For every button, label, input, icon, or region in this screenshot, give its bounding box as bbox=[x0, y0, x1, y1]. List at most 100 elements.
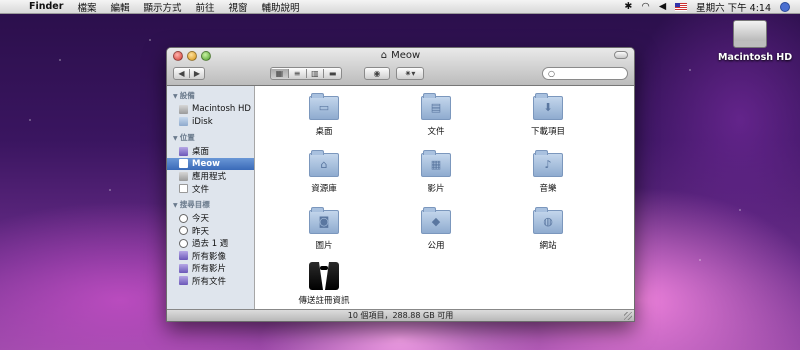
toolbar-toggle-button[interactable] bbox=[614, 51, 628, 59]
smart-folder-icon bbox=[179, 276, 188, 286]
smart-folder-icon bbox=[179, 263, 188, 273]
desktop-folder-icon: ▭ bbox=[309, 93, 339, 120]
coverflow-view-button[interactable]: ▬ bbox=[323, 69, 341, 78]
back-button[interactable]: ◀ bbox=[174, 69, 189, 78]
folder-downloads[interactable]: ⬇ 下載項目 bbox=[508, 93, 588, 137]
spotlight-icon[interactable] bbox=[780, 1, 790, 12]
folder-library[interactable]: ⌂ 資源庫 bbox=[284, 150, 364, 194]
forward-button[interactable]: ▶ bbox=[189, 69, 204, 78]
menu-edit[interactable]: 編輯 bbox=[103, 0, 136, 14]
desktop-macintosh-hd[interactable]: Macintosh HD bbox=[718, 20, 793, 63]
item-label: 傳送註冊資訊 bbox=[298, 296, 350, 306]
clock-icon bbox=[179, 226, 188, 236]
home-icon bbox=[179, 159, 188, 169]
item-label: 資源庫 bbox=[311, 184, 337, 194]
input-menu-flag-icon[interactable] bbox=[675, 2, 688, 11]
sidebar-item-today[interactable]: 今天 bbox=[167, 212, 254, 225]
idisk-icon bbox=[179, 117, 188, 127]
back-forward-control: ◀ ▶ bbox=[173, 67, 205, 80]
menu-app-finder[interactable]: Finder bbox=[22, 1, 70, 12]
sidebar-item-all-images[interactable]: 所有影像 bbox=[167, 250, 254, 263]
volume-icon[interactable]: ◀ bbox=[659, 1, 666, 12]
sidebar-section-devices[interactable]: 設備 bbox=[167, 86, 254, 103]
window-titlebar[interactable]: ⌂ Meow ◀ ▶ ▦ ≡ ▥ ▬ ◉ ✷▾ ○ bbox=[167, 48, 634, 86]
sidebar-item-label: 文件 bbox=[192, 184, 210, 195]
status-bar: 10 個項目，288.88 GB 可用 bbox=[167, 309, 634, 321]
menu-window[interactable]: 視窗 bbox=[222, 0, 255, 14]
hard-drive-icon bbox=[733, 20, 767, 48]
desktop-hd-label: Macintosh HD bbox=[718, 52, 793, 63]
icon-view-content[interactable]: ▭ 桌面 ▤ 文件 ⬇ 下載項目 ⌂ 資源庫 ▦ 影片 ♪ 音樂 ◙ 圖片 ◆ bbox=[256, 86, 634, 309]
quick-look-button[interactable]: ◉ bbox=[364, 67, 390, 80]
sidebar-item-idisk[interactable]: iDisk bbox=[167, 116, 254, 129]
folder-pictures[interactable]: ◙ 圖片 bbox=[284, 207, 364, 251]
window-title: Meow bbox=[391, 50, 421, 61]
clock-icon bbox=[179, 238, 188, 248]
sidebar-item-label: 所有影片 bbox=[192, 264, 227, 275]
sidebar-item-label: Macintosh HD bbox=[192, 104, 251, 115]
item-label: 影片 bbox=[427, 184, 445, 194]
sidebar-item-label: 所有文件 bbox=[192, 276, 227, 287]
sidebar-section-places[interactable]: 位置 bbox=[167, 128, 254, 145]
file-send-registration[interactable]: 傳送註冊資訊 bbox=[284, 262, 364, 306]
menubar-clock[interactable]: 星期六 下午 4:14 bbox=[696, 0, 771, 14]
resize-grip-icon[interactable] bbox=[624, 312, 632, 320]
gear-icon: ✷▾ bbox=[404, 69, 416, 78]
hd-icon bbox=[179, 104, 188, 114]
search-icon: ○ bbox=[548, 69, 555, 78]
desktop-icon bbox=[179, 146, 188, 156]
menu-view[interactable]: 顯示方式 bbox=[136, 0, 188, 14]
folder-movies[interactable]: ▦ 影片 bbox=[396, 150, 476, 194]
folder-music[interactable]: ♪ 音樂 bbox=[508, 150, 588, 194]
sidebar-item-past-week[interactable]: 過去 1 週 bbox=[167, 237, 254, 250]
sidebar-item-label: 過去 1 週 bbox=[192, 239, 229, 250]
sidebar-section-search-for[interactable]: 搜尋目標 bbox=[167, 195, 254, 212]
sidebar-item-meow[interactable]: Meow bbox=[167, 157, 254, 170]
list-view-button[interactable]: ≡ bbox=[287, 69, 306, 78]
menu-file[interactable]: 檔案 bbox=[70, 0, 103, 14]
folder-sites[interactable]: ◍ 網站 bbox=[508, 207, 588, 251]
sidebar-item-yesterday[interactable]: 昨天 bbox=[167, 225, 254, 238]
sidebar-item-macintosh-hd[interactable]: Macintosh HD bbox=[167, 103, 254, 116]
folder-documents[interactable]: ▤ 文件 bbox=[396, 93, 476, 137]
bluetooth-icon[interactable]: ✱ bbox=[625, 1, 633, 12]
sidebar-item-documents[interactable]: 文件 bbox=[167, 183, 254, 196]
downloads-folder-icon: ⬇ bbox=[533, 93, 563, 120]
music-folder-icon: ♪ bbox=[533, 150, 563, 177]
sidebar-item-label: 昨天 bbox=[192, 226, 210, 237]
sidebar-item-all-movies[interactable]: 所有影片 bbox=[167, 262, 254, 275]
status-text: 10 個項目，288.88 GB 可用 bbox=[347, 311, 454, 320]
sidebar-item-desktop[interactable]: 桌面 bbox=[167, 145, 254, 158]
library-folder-icon: ⌂ bbox=[309, 150, 339, 177]
item-label: 圖片 bbox=[315, 241, 333, 251]
item-label: 音樂 bbox=[539, 184, 557, 194]
wifi-icon[interactable]: ◠ bbox=[642, 1, 650, 12]
sidebar-item-applications[interactable]: 應用程式 bbox=[167, 170, 254, 183]
sites-folder-icon: ◍ bbox=[533, 207, 563, 234]
sidebar: 設備 Macintosh HD iDisk 位置 桌面 Meow 應用程式 文件… bbox=[167, 86, 255, 309]
sidebar-item-label: 所有影像 bbox=[192, 251, 227, 262]
finder-window: ⌂Meow ◀ ▶ ▦ ≡ ▥ ▬ ◉ ✷▾ ○ 設備 Macintosh HD… bbox=[166, 47, 635, 322]
sidebar-item-label: iDisk bbox=[192, 116, 213, 127]
column-view-button[interactable]: ▥ bbox=[305, 69, 324, 78]
applications-icon bbox=[179, 171, 188, 181]
sidebar-item-label: 桌面 bbox=[192, 147, 210, 158]
action-menu-button[interactable]: ✷▾ bbox=[396, 67, 424, 80]
item-label: 下載項目 bbox=[530, 127, 565, 137]
tuxedo-icon bbox=[309, 262, 339, 290]
sidebar-item-all-documents[interactable]: 所有文件 bbox=[167, 275, 254, 288]
sidebar-item-label: 應用程式 bbox=[192, 172, 227, 183]
icon-view-button[interactable]: ▦ bbox=[271, 69, 288, 78]
folder-public[interactable]: ◆ 公用 bbox=[396, 207, 476, 251]
item-label: 文件 bbox=[427, 127, 445, 137]
movies-folder-icon: ▦ bbox=[421, 150, 451, 177]
eye-icon: ◉ bbox=[373, 69, 381, 78]
sidebar-item-label: 今天 bbox=[192, 214, 210, 225]
menu-go[interactable]: 前往 bbox=[188, 0, 221, 14]
menu-help[interactable]: 輔助說明 bbox=[255, 0, 307, 14]
search-field[interactable]: ○ bbox=[542, 67, 628, 80]
item-label: 網站 bbox=[539, 241, 557, 251]
item-label: 公用 bbox=[427, 241, 445, 251]
menu-bar: Finder 檔案 編輯 顯示方式 前往 視窗 輔助說明 ✱ ◠ ◀ 星期六 下… bbox=[0, 0, 800, 14]
folder-desktop[interactable]: ▭ 桌面 bbox=[284, 93, 364, 137]
